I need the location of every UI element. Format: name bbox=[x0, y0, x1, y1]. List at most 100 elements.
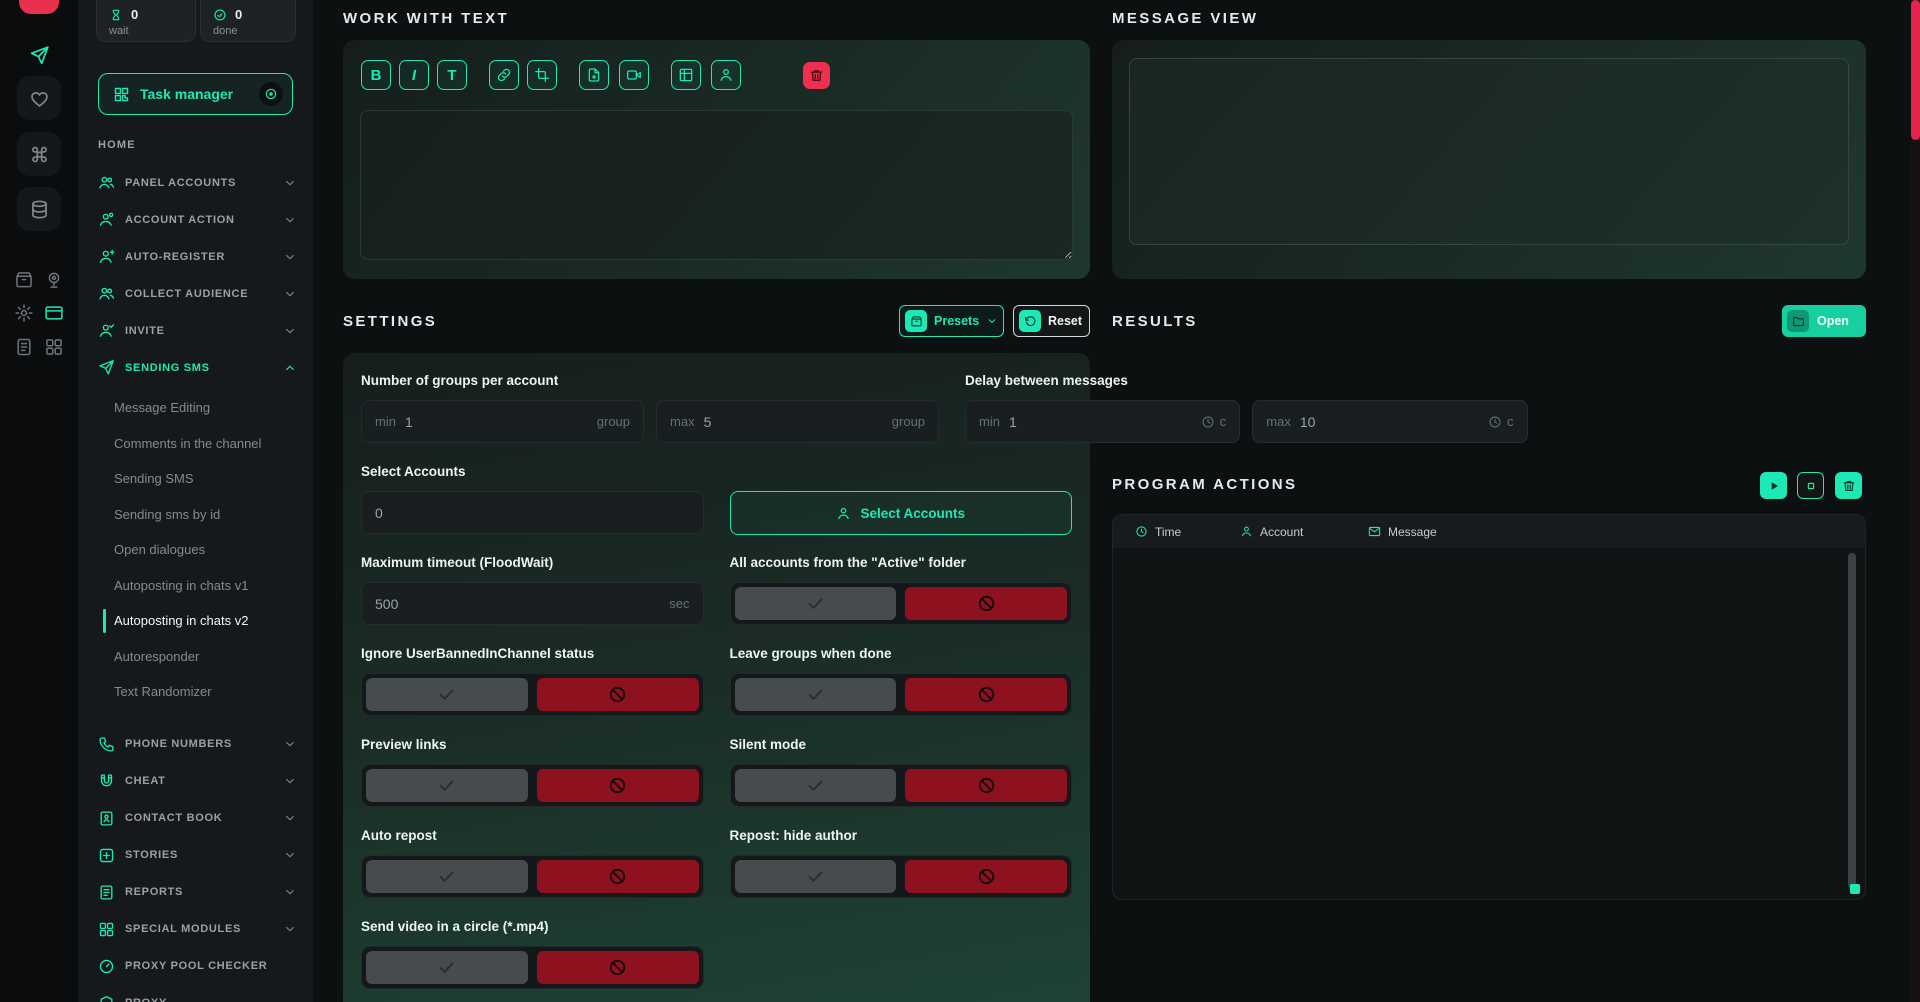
clock-icon bbox=[1488, 415, 1502, 429]
italic-button[interactable]: I bbox=[399, 60, 429, 90]
archive-icon[interactable] bbox=[14, 270, 34, 290]
users-collect-icon bbox=[98, 285, 115, 302]
submenu-item-comments-in-channel[interactable]: Comments in the channel bbox=[78, 426, 313, 462]
database-rail-button[interactable] bbox=[17, 187, 61, 231]
start-button[interactable] bbox=[1760, 472, 1787, 499]
insert-table-button[interactable] bbox=[671, 60, 701, 90]
submenu-item-autoposting-v2[interactable]: Autoposting in chats v2 bbox=[78, 603, 313, 639]
command-icon bbox=[29, 144, 50, 165]
stop-button[interactable] bbox=[1797, 472, 1824, 499]
submenu-item-autoposting-v1[interactable]: Autoposting in chats v1 bbox=[78, 568, 313, 604]
mention-user-button[interactable] bbox=[711, 60, 741, 90]
groups-max-input[interactable] bbox=[704, 414, 883, 430]
toggle-allow-segment[interactable] bbox=[366, 860, 528, 893]
toggle-block-segment[interactable] bbox=[905, 678, 1067, 711]
link-button[interactable] bbox=[489, 60, 519, 90]
reset-button[interactable]: Reset bbox=[1013, 305, 1090, 337]
toggle-block-segment[interactable] bbox=[537, 678, 699, 711]
sidebar-item-invite[interactable]: INVITE bbox=[78, 312, 313, 349]
toggle-block-segment[interactable] bbox=[905, 769, 1067, 802]
user-gear-icon bbox=[98, 211, 115, 228]
toggle-block-segment[interactable] bbox=[537, 951, 699, 984]
sidebar-item-reports[interactable]: REPORTS bbox=[78, 874, 313, 911]
table-resize-handle[interactable] bbox=[1850, 884, 1860, 894]
delay-max-input[interactable] bbox=[1300, 414, 1479, 430]
column-account-label: Account bbox=[1260, 525, 1303, 539]
sidebar-item-account-action[interactable]: ACCOUNT ACTION bbox=[78, 201, 313, 238]
toggle-allow-segment[interactable] bbox=[735, 678, 897, 711]
submenu-item-sending-sms[interactable]: Sending SMS bbox=[78, 461, 313, 497]
sidebar-item-cheat[interactable]: CHEAT bbox=[78, 763, 313, 800]
collection-icon[interactable] bbox=[44, 337, 64, 357]
task-manager-button[interactable]: Task manager bbox=[98, 73, 293, 115]
clear-log-button[interactable] bbox=[1835, 472, 1862, 499]
clear-text-button[interactable] bbox=[803, 62, 830, 89]
groups-min-input[interactable] bbox=[405, 414, 588, 430]
user-check-icon bbox=[98, 322, 115, 339]
sidebar-item-label: SPECIAL MODULES bbox=[125, 923, 273, 935]
sidebar-item-collect-audience[interactable]: COLLECT AUDIENCE bbox=[78, 275, 313, 312]
toggle-allow-segment[interactable] bbox=[735, 860, 897, 893]
sidebar-item-sending-sms[interactable]: SENDING SMS bbox=[78, 349, 313, 386]
sidebar-item-label: CONTACT BOOK bbox=[125, 812, 273, 824]
sidebar-item-panel-accounts[interactable]: PANEL ACCOUNTS bbox=[78, 164, 313, 201]
sidebar-item-proxy-pool-checker[interactable]: PROXY POOL CHECKER bbox=[78, 948, 313, 985]
favorites-rail-button[interactable] bbox=[17, 76, 61, 120]
page-scrollbar-track[interactable] bbox=[1911, 0, 1920, 1002]
webcam-icon[interactable] bbox=[44, 270, 64, 290]
notification-badge[interactable] bbox=[19, 0, 59, 14]
select-accounts-button[interactable]: Select Accounts bbox=[730, 491, 1073, 535]
trash-icon bbox=[1842, 479, 1856, 493]
submenu-item-open-dialogues[interactable]: Open dialogues bbox=[78, 532, 313, 568]
delay-label: Delay between messages bbox=[965, 373, 1528, 388]
groups-max-field: max group bbox=[656, 400, 939, 443]
timeout-input[interactable] bbox=[375, 596, 660, 612]
submenu-item-text-randomizer[interactable]: Text Randomizer bbox=[78, 674, 313, 710]
sidebar-item-proxy[interactable]: PROXY bbox=[78, 985, 313, 1002]
submenu-item-autoresponder[interactable]: Autoresponder bbox=[78, 639, 313, 675]
max-prefix: max bbox=[1266, 414, 1291, 429]
toggle-allow-segment[interactable] bbox=[735, 587, 897, 620]
sidebar-item-special-modules[interactable]: SPECIAL MODULES bbox=[78, 911, 313, 948]
toggle-allow-segment[interactable] bbox=[366, 769, 528, 802]
toggle-block-segment[interactable] bbox=[537, 860, 699, 893]
toggle-block-segment[interactable] bbox=[905, 587, 1067, 620]
toggle-allow-segment[interactable] bbox=[366, 951, 528, 984]
toggle-allow-segment[interactable] bbox=[735, 769, 897, 802]
sidebar-menu: PANEL ACCOUNTS ACCOUNT ACTION AUTO-REGIS… bbox=[78, 164, 313, 1002]
sidebar-item-stories[interactable]: STORIES bbox=[78, 837, 313, 874]
check-icon bbox=[806, 867, 825, 886]
toggle-block-segment[interactable] bbox=[905, 860, 1067, 893]
sidebar-item-auto-register[interactable]: AUTO-REGISTER bbox=[78, 238, 313, 275]
attach-video-button[interactable] bbox=[619, 60, 649, 90]
toggle-allow-segment[interactable] bbox=[366, 678, 528, 711]
send-rail-button[interactable] bbox=[17, 33, 61, 77]
crop-button[interactable] bbox=[527, 60, 557, 90]
results-title: RESULTS bbox=[1112, 313, 1198, 330]
toggle-block-segment[interactable] bbox=[537, 769, 699, 802]
message-text-area[interactable] bbox=[360, 110, 1073, 260]
delay-max-field: max c bbox=[1252, 400, 1527, 443]
submenu-item-message-editing[interactable]: Message Editing bbox=[78, 390, 313, 426]
accounts-count-input[interactable] bbox=[375, 505, 690, 521]
delay-min-input[interactable] bbox=[1009, 414, 1192, 430]
open-results-button[interactable]: Open bbox=[1782, 305, 1866, 337]
sidebar-item-contact-book[interactable]: CONTACT BOOK bbox=[78, 800, 313, 837]
sidebar-item-phone-numbers[interactable]: PHONE NUMBERS bbox=[78, 726, 313, 763]
card-icon[interactable] bbox=[44, 303, 64, 323]
person-icon bbox=[836, 506, 851, 521]
column-message: Message bbox=[1368, 525, 1437, 539]
text-style-button[interactable]: T bbox=[437, 60, 467, 90]
commands-rail-button[interactable] bbox=[17, 132, 61, 176]
table-scrollbar[interactable] bbox=[1848, 553, 1856, 889]
notes-icon[interactable] bbox=[14, 337, 34, 357]
gear-icon[interactable] bbox=[14, 303, 34, 323]
report-icon bbox=[98, 884, 115, 901]
timeout-field-block: Maximum timeout (FloodWait) sec bbox=[361, 555, 704, 625]
bold-button[interactable]: B bbox=[361, 60, 391, 90]
task-manager-label: Task manager bbox=[140, 86, 249, 102]
page-scrollbar-thumb[interactable] bbox=[1911, 0, 1920, 140]
submenu-item-sending-sms-by-id[interactable]: Sending sms by id bbox=[78, 497, 313, 533]
presets-button[interactable]: Presets bbox=[899, 305, 1004, 337]
attach-file-button[interactable] bbox=[579, 60, 609, 90]
